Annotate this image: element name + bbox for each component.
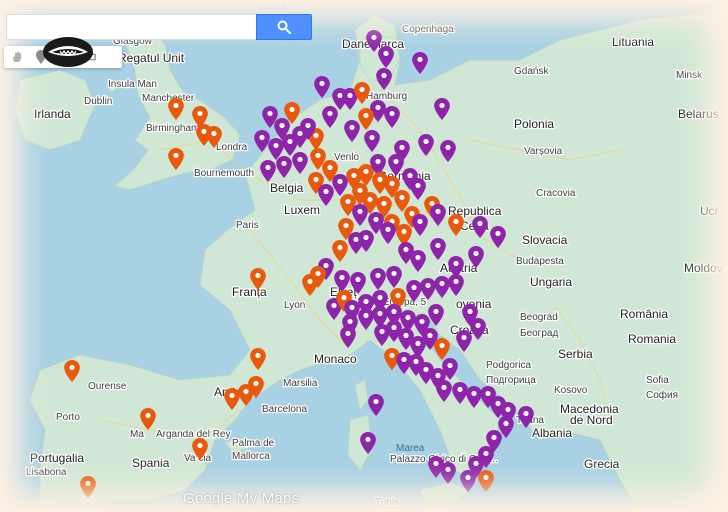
label-beograd: Beograd bbox=[520, 312, 558, 323]
label-sofia: Sofia bbox=[646, 375, 669, 386]
label-gdansk: Gdańsk bbox=[514, 66, 549, 77]
label-podgorica-cyr: Подгорица bbox=[486, 375, 536, 386]
label-londra: Londra bbox=[216, 142, 248, 153]
label-ungaria: Ungaria bbox=[530, 275, 572, 289]
label-lyon: Lyon bbox=[284, 300, 305, 311]
label-arganda: Arganda del Rey bbox=[156, 429, 231, 440]
label-madrid: Ma bbox=[130, 429, 144, 440]
label-romania: România bbox=[620, 307, 668, 321]
label-kosovo: Kosovo bbox=[554, 385, 588, 396]
label-albania: Albania bbox=[532, 426, 572, 440]
label-varsovia: Varșovia bbox=[524, 146, 563, 157]
label-paris: Paris bbox=[236, 220, 259, 231]
label-franta: Franța bbox=[232, 285, 267, 299]
label-grecia: Grecia bbox=[584, 457, 620, 471]
label-marsilia: Marsilia bbox=[283, 378, 318, 389]
label-beograd-cyr: Београд bbox=[520, 328, 558, 339]
google-my-maps-watermark: Google My Maps bbox=[183, 490, 300, 507]
map-frame: Marea Glasgow Regatul Unit Insula Man Du… bbox=[0, 0, 728, 512]
label-portugalia: Portugalia bbox=[30, 451, 84, 465]
label-ucraina: Ucr bbox=[700, 204, 719, 218]
label-birmingham: Birmingham bbox=[146, 123, 199, 134]
hand-tool-icon[interactable] bbox=[10, 50, 24, 64]
label-moldova: Moldov bbox=[684, 261, 723, 275]
label-porto: Porto bbox=[56, 412, 80, 423]
label-lituania: Lituania bbox=[612, 35, 654, 49]
label-spania: Spania bbox=[132, 456, 170, 470]
label-copenhaga: Copenhaga bbox=[402, 24, 454, 35]
label-monaco: Monaco bbox=[314, 352, 357, 366]
label-romania-native: Romania bbox=[628, 332, 676, 346]
label-polonia: Polonia bbox=[514, 117, 554, 131]
label-sofia-cyr: София bbox=[646, 389, 678, 401]
label-tunis: Tunis bbox=[375, 497, 399, 508]
label-dublin: Dublin bbox=[84, 96, 112, 107]
label-budapesta: Budapesta bbox=[516, 256, 564, 267]
label-insula-man: Insula Man bbox=[108, 79, 157, 90]
label-manchester: Manchester bbox=[142, 93, 195, 104]
europe-map[interactable]: Marea Glasgow Regatul Unit Insula Man Du… bbox=[0, 0, 728, 512]
label-de-nord: de Nord bbox=[570, 413, 613, 427]
label-irlanda: Irlanda bbox=[34, 107, 71, 121]
label-serbia: Serbia bbox=[558, 347, 593, 361]
label-sea-top: Marea bbox=[258, 1, 287, 12]
label-belgia: Belgia bbox=[270, 181, 304, 195]
label-marea: Marea bbox=[396, 443, 425, 454]
search-icon bbox=[277, 20, 291, 34]
label-lisabona: Lisabona bbox=[26, 467, 67, 478]
lips-logo-icon bbox=[43, 37, 93, 67]
label-regatul-unit: Regatul Unit bbox=[118, 51, 185, 65]
label-venlo: Venlo bbox=[334, 152, 359, 163]
label-cracovia: Cracovia bbox=[536, 188, 576, 199]
label-belarus: Belarus bbox=[678, 107, 719, 121]
label-ourense: Ourense bbox=[88, 381, 127, 392]
label-bournemouth: Bournemouth bbox=[194, 168, 254, 179]
label-luxembourg: Luxem bbox=[284, 203, 320, 217]
search-button[interactable] bbox=[256, 14, 312, 40]
label-minsk: Minsk bbox=[676, 70, 703, 81]
label-hamburg: Hamburg bbox=[366, 91, 407, 102]
label-podgorica: Podgorica bbox=[486, 360, 531, 371]
label-slovacia: Slovacia bbox=[522, 233, 568, 247]
label-palma: Palma de bbox=[232, 438, 275, 449]
label-mallorca: Mallorca bbox=[232, 451, 270, 462]
label-barcelona: Barcelona bbox=[262, 404, 307, 415]
